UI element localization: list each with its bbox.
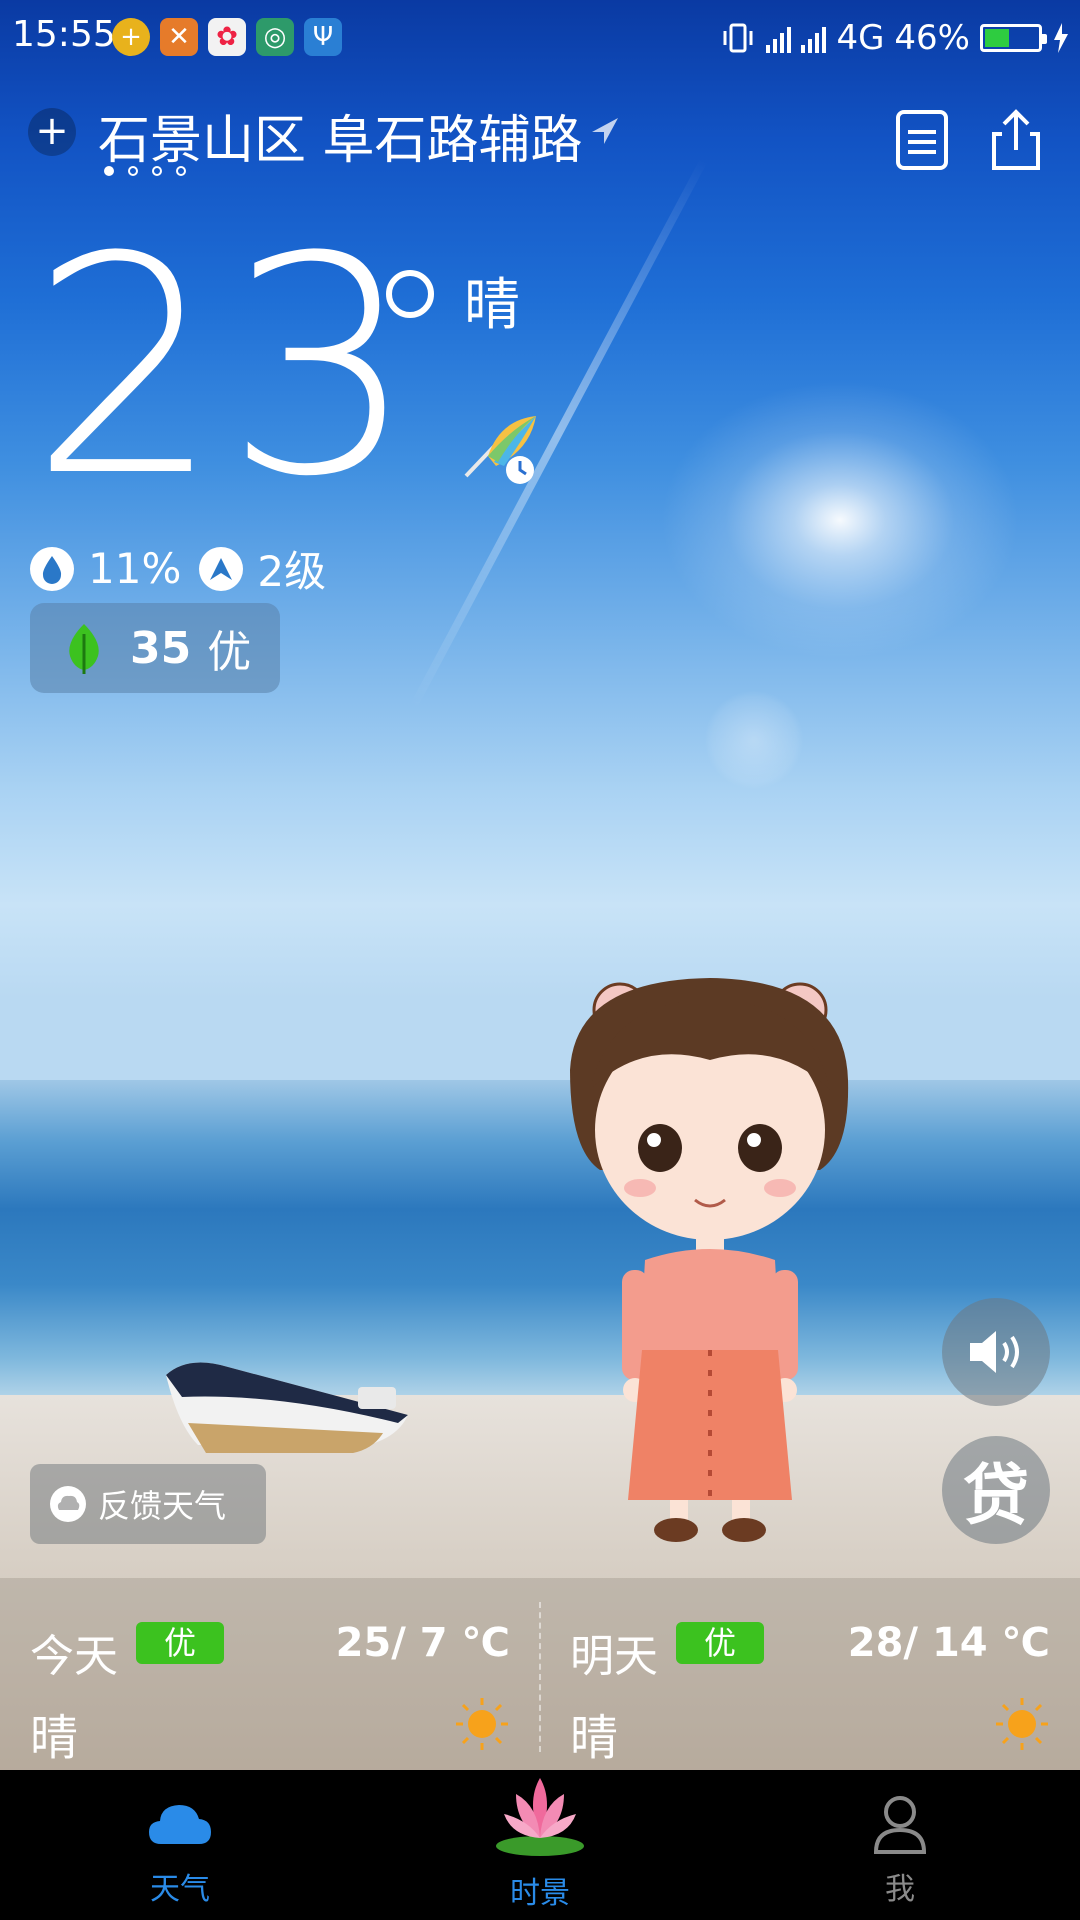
wind-icon (199, 546, 244, 591)
location-title[interactable]: 石景山区 阜石路辅路 (98, 98, 583, 173)
lens-flare (704, 690, 804, 790)
leaf-icon (69, 624, 99, 674)
forecast-temp-range: 25/ 7 ℃ (335, 1620, 510, 1666)
status-time: 15:55 (12, 14, 116, 55)
plus-app-icon: + (112, 18, 150, 56)
crossed-app-icon: ✕ (160, 18, 198, 56)
vibrate-icon (723, 23, 753, 53)
nav-me[interactable]: 我 (800, 1770, 1000, 1920)
sun-glow (660, 380, 1020, 660)
umbrella-reminder-icon[interactable] (460, 410, 540, 490)
battery-percent: 46% (894, 18, 970, 58)
notes-icon[interactable] (892, 108, 952, 172)
signal-strength-icon (766, 23, 792, 53)
nav-scenery[interactable]: 时景 (440, 1770, 640, 1920)
usb-icon: Ψ (304, 18, 342, 56)
forecast-day: 今天 (30, 1631, 118, 1682)
feedback-label: 反馈天气 (98, 1487, 227, 1525)
status-bar: 15:55 + ✕ ✿ ◎ Ψ 4G 46% (0, 0, 1080, 76)
forecast-condition: 晴 (30, 1710, 79, 1766)
nav-label: 时景 (510, 1876, 570, 1911)
aqi-label: 优 (207, 627, 252, 678)
loan-button[interactable]: 贷 (942, 1436, 1050, 1544)
forecast-day: 明天 (570, 1631, 658, 1682)
cartoon-girl-illustration (570, 978, 849, 1542)
pinwheel-app-icon: ✿ (208, 18, 246, 56)
feedback-weather-button[interactable]: 反馈天气 (30, 1464, 266, 1544)
speaker-icon (970, 1331, 1019, 1373)
forecast-temp-range: 28/ 14 ℃ (847, 1620, 1050, 1666)
weather-stats: 11% 2级 (30, 538, 326, 599)
share-icon[interactable] (986, 108, 1046, 172)
nav-label: 天气 (150, 1872, 210, 1907)
page-dot (128, 166, 138, 176)
aqi-value: 35 (130, 622, 192, 674)
humidity-icon (30, 546, 74, 591)
page-dot (152, 166, 162, 176)
boat-illustration (166, 1362, 408, 1453)
signal-strength-4g-icon (801, 23, 827, 53)
sun-icon (456, 1698, 508, 1750)
lotus-icon (496, 1778, 584, 1856)
air-quality-badge: 优 (136, 1622, 224, 1664)
feedback-cloud-icon (50, 1486, 86, 1522)
add-city-button[interactable]: + (28, 108, 76, 156)
air-quality-badge: 优 (676, 1622, 764, 1664)
network-type: 4G (836, 18, 885, 58)
sun-icon (996, 1698, 1048, 1750)
humidity-value: 11% (88, 544, 182, 593)
weather-screen: 15:55 + ✕ ✿ ◎ Ψ 4G 46% + 石景山区 阜石路辅路 23 晴… (0, 0, 1080, 1920)
current-condition: 晴 (464, 273, 520, 338)
nav-weather[interactable]: 天气 (80, 1770, 280, 1920)
degree-symbol (386, 270, 434, 318)
loan-label: 贷 (963, 1457, 1029, 1534)
page-dot (176, 166, 186, 176)
hotspot-icon: ◎ (256, 18, 294, 56)
page-dot (104, 166, 114, 176)
current-temperature: 23 (30, 193, 420, 542)
page-indicator (104, 166, 186, 176)
wind-value: 2级 (257, 547, 327, 596)
cloud-icon (149, 1805, 211, 1844)
forecast-condition: 晴 (570, 1710, 619, 1766)
forecast-tomorrow[interactable]: 明天 优 28/ 14 ℃ 晴 (540, 1578, 1080, 1770)
location-arrow-icon (592, 118, 618, 144)
status-indicators: 4G 46% (720, 14, 1070, 62)
voice-broadcast-button[interactable] (942, 1298, 1050, 1406)
battery-icon (980, 24, 1047, 52)
user-icon (873, 1796, 927, 1854)
charging-icon (1054, 23, 1068, 53)
bottom-navigation: 天气 时景 我 (0, 1770, 1080, 1920)
forecast-strip: 今天 优 25/ 7 ℃ 晴 明天 优 28/ 14 ℃ 晴 (0, 1578, 1080, 1770)
air-quality-button[interactable]: 35 优 (30, 603, 280, 693)
battery-level (985, 29, 1009, 47)
forecast-today[interactable]: 今天 优 25/ 7 ℃ 晴 (0, 1578, 540, 1770)
nav-label: 我 (885, 1872, 915, 1907)
